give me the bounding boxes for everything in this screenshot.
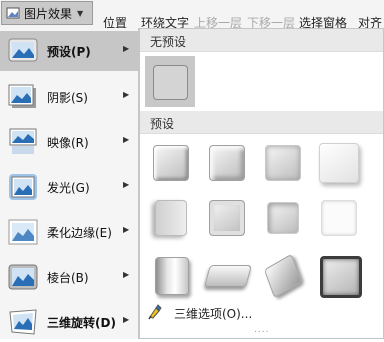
no-preset-header: 无预设 xyxy=(140,29,383,52)
bevel-icon xyxy=(8,264,38,290)
preset-5[interactable] xyxy=(147,194,195,242)
menu-item-label: 阴影(S) xyxy=(47,91,88,105)
preset-11[interactable] xyxy=(259,251,307,299)
presets-header: 预设 xyxy=(140,111,383,134)
3d-rotation-icon xyxy=(9,309,37,335)
menu-item-label: 映像(R) xyxy=(47,136,89,150)
picture-effects-menu: 预设(P) ▶ 阴影(S) ▶ 映像(R) ▶ 发光(G) ▶ 柔化边缘(E) … xyxy=(0,28,139,339)
preset-1[interactable] xyxy=(147,139,195,187)
preset-9[interactable] xyxy=(147,251,195,299)
preset-8[interactable] xyxy=(315,194,363,242)
menu-item-3d-rotation[interactable]: 三维旋转(D) ▶ xyxy=(0,302,138,342)
menu-item-glow[interactable]: 发光(G) ▶ xyxy=(0,167,138,207)
menu-item-label: 预设(P) xyxy=(47,45,91,59)
preset-gallery-panel: 无预设 预设 三维选项(O)... .... xyxy=(139,28,384,339)
preset-6[interactable] xyxy=(203,194,251,242)
preset-7[interactable] xyxy=(259,194,307,242)
preset-2[interactable] xyxy=(203,139,251,187)
menu-item-preset[interactable]: 预设(P) ▶ xyxy=(0,31,138,71)
menu-item-label: 发光(G) xyxy=(47,181,90,195)
chevron-down-icon: ▼ xyxy=(77,8,84,18)
menu-item-label: 柔化边缘(E) xyxy=(47,226,112,240)
preset-3[interactable] xyxy=(259,139,307,187)
chevron-right-icon: ▶ xyxy=(123,270,130,279)
3d-options-icon xyxy=(148,304,162,320)
chevron-right-icon: ▶ xyxy=(123,225,130,234)
chevron-right-icon: ▶ xyxy=(123,135,130,144)
chevron-right-icon: ▶ xyxy=(123,315,130,324)
menu-item-reflection[interactable]: 映像(R) ▶ xyxy=(0,122,138,162)
soft-edges-icon xyxy=(8,219,38,245)
preset-12[interactable] xyxy=(315,251,363,299)
menu-item-soft-edges[interactable]: 柔化边缘(E) ▶ xyxy=(0,212,138,252)
preset-icon xyxy=(8,38,38,62)
preset-4[interactable] xyxy=(315,139,363,187)
shadow-icon xyxy=(8,84,36,108)
no-preset-thumbnail xyxy=(153,65,188,100)
ribbon-toolbar: 图片效果 ▼ 位置 环绕文字 上移一层 下移一层 选择窗格 对齐 xyxy=(0,0,384,30)
chevron-right-icon: ▶ xyxy=(123,44,130,53)
glow-icon xyxy=(9,174,37,200)
menu-item-label: 三维旋转(D) xyxy=(47,316,116,330)
3d-options-label: 三维选项(O)... xyxy=(174,307,253,321)
picture-effects-icon xyxy=(6,7,20,19)
picture-effects-button[interactable]: 图片效果 ▼ xyxy=(1,1,93,25)
menu-item-bevel[interactable]: 棱台(B) ▶ xyxy=(0,257,138,297)
no-preset-option[interactable] xyxy=(145,56,195,107)
reflection-icon xyxy=(9,128,37,154)
menu-item-label: 棱台(B) xyxy=(47,271,89,285)
chevron-right-icon: ▶ xyxy=(123,90,130,99)
chevron-right-icon: ▶ xyxy=(123,180,130,189)
menu-item-shadow[interactable]: 阴影(S) ▶ xyxy=(0,77,138,117)
picture-effects-label: 图片效果 xyxy=(24,6,73,21)
3d-options-button[interactable]: 三维选项(O)... xyxy=(140,301,383,323)
preset-10[interactable] xyxy=(203,251,252,299)
resize-grip[interactable]: .... xyxy=(254,325,269,335)
